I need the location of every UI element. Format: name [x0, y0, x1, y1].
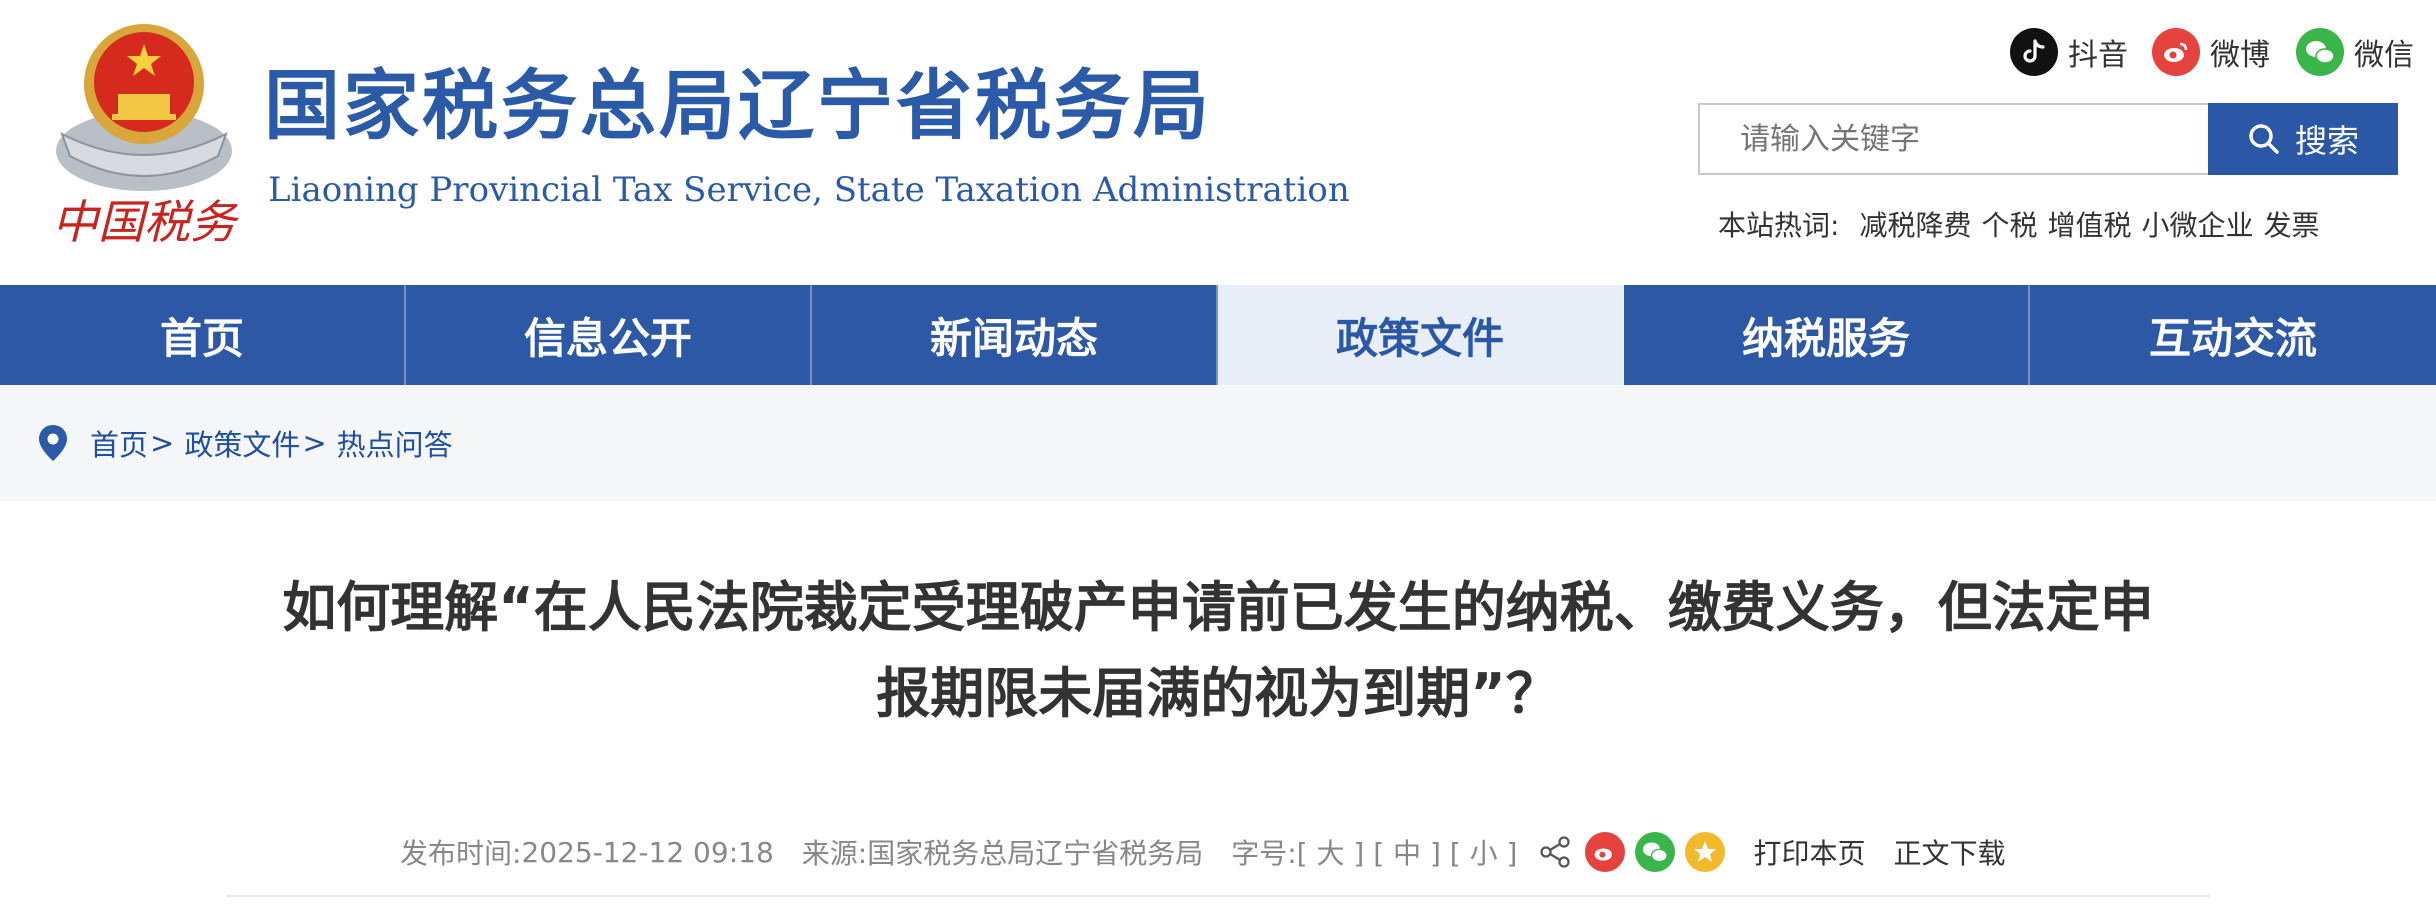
breadcrumb-hot-qa[interactable]: 热点问答: [337, 422, 453, 464]
share-qzone-icon[interactable]: [1685, 832, 1726, 872]
site-subtitle: Liaoning Provincial Tax Service, State T…: [268, 170, 1350, 210]
print-button[interactable]: 打印本页: [1753, 832, 1865, 872]
nav-item-tax-service[interactable]: 纳税服务: [1624, 285, 2030, 385]
douyin-label: 抖音: [2068, 38, 2128, 73]
font-size-small[interactable]: [ 小 ]: [1450, 832, 1518, 872]
hot-keyword[interactable]: 小微企业: [2141, 204, 2253, 244]
publish-time: 2025-12-12 09:18: [521, 835, 774, 869]
nav-item-home[interactable]: 首页: [0, 285, 406, 385]
weibo-link[interactable]: 微博: [2152, 28, 2270, 76]
search-button[interactable]: 搜索: [2208, 103, 2398, 175]
breadcrumb-separator: >: [302, 426, 327, 460]
douyin-icon: [2010, 28, 2058, 76]
share-icon[interactable]: [1535, 832, 1575, 872]
article-title-line: 报期限未届满的视为到期”？: [876, 662, 1560, 725]
main-nav: 首页 信息公开 新闻动态 政策文件 纳税服务 互动交流: [0, 285, 2436, 385]
hot-keyword[interactable]: 减税降费: [1859, 204, 1971, 244]
header: 中国税务 国家税务总局辽宁省税务局 Liaoning Provincial Ta…: [0, 0, 2436, 285]
nav-item-policy[interactable]: 政策文件: [1218, 285, 1624, 385]
search-icon: [2249, 124, 2279, 154]
nav-item-news[interactable]: 新闻动态: [812, 285, 1218, 385]
share-weibo-icon[interactable]: [1585, 832, 1626, 872]
search-button-label: 搜索: [2294, 122, 2359, 160]
nav-item-interaction[interactable]: 互动交流: [2030, 285, 2436, 385]
hot-keyword[interactable]: 发票: [2264, 204, 2320, 244]
download-button[interactable]: 正文下载: [1893, 832, 2005, 872]
source-value: 国家税务总局辽宁省税务局: [867, 837, 1204, 870]
breadcrumb-separator: >: [150, 426, 175, 460]
publish-label: 发布时间:: [400, 837, 522, 870]
location-pin-icon: [39, 425, 67, 461]
weibo-label: 微博: [2210, 38, 2270, 73]
douyin-link[interactable]: 抖音: [2010, 28, 2128, 76]
font-size-large[interactable]: [ 大 ]: [1297, 832, 1365, 872]
font-size-medium[interactable]: [ 中 ]: [1373, 832, 1441, 872]
hot-keyword[interactable]: 增值税: [2047, 204, 2131, 244]
wechat-label: 微信: [2354, 38, 2414, 73]
font-size-label: 字号:: [1231, 837, 1297, 870]
source-label: 来源:: [801, 837, 868, 870]
site-title: 国家税务总局辽宁省税务局: [264, 61, 1212, 150]
article-title: 如何理解“在人民法院裁定受理破产申请前已发生的纳税、缴费义务，但法定申 报期限未…: [200, 565, 2236, 737]
nav-item-info-disclosure[interactable]: 信息公开: [406, 285, 812, 385]
breadcrumb-policy[interactable]: 政策文件: [184, 422, 300, 464]
breadcrumb-home[interactable]: 首页: [90, 422, 148, 464]
wechat-icon: [2296, 28, 2344, 76]
hot-keywords-label: 本站热词:: [1718, 209, 1840, 242]
share-wechat-icon[interactable]: [1635, 832, 1676, 872]
hot-keyword[interactable]: 个税: [1981, 204, 2037, 244]
article-meta: 发布时间: 2025-12-12 09:18 来源: 国家税务总局辽宁省税务局 …: [400, 829, 2005, 875]
national-emblem-logo: 中国税务: [52, 24, 240, 249]
breadcrumb: 首页 > 政策文件 > 热点问答: [0, 385, 2436, 501]
wechat-link[interactable]: 微信: [2296, 28, 2414, 76]
article-title-line: 如何理解“在人民法院裁定受理破产申请前已发生的纳税、缴费义务，但法定申: [282, 576, 2154, 639]
hot-keywords: 本站热词: 减税降费 个税 增值税 小微企业 发票: [1718, 204, 2320, 244]
weibo-icon: [2152, 28, 2200, 76]
divider: [226, 895, 2210, 897]
search-input[interactable]: [1698, 103, 2208, 175]
svg-text:中国税务: 中国税务: [52, 195, 240, 249]
